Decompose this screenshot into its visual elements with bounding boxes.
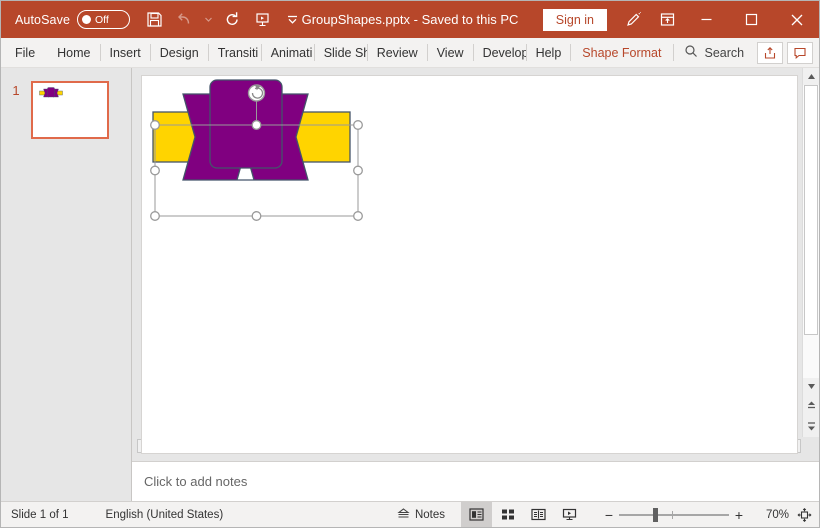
vertical-scroll-thumb[interactable] [804,85,818,335]
view-buttons-group [461,502,585,527]
notes-icon [397,507,410,522]
status-bar-right-group: Notes − + 70% [387,502,819,527]
tab-view[interactable]: View [428,38,473,67]
comments-icon[interactable] [787,41,813,64]
scroll-up-arrow-icon[interactable] [803,68,819,85]
search-input[interactable]: Search [684,38,745,67]
notes-placeholder: Click to add notes [144,474,248,489]
start-presentation-icon[interactable] [248,6,276,34]
tab-transitions[interactable]: Transiti [209,38,261,67]
tab-shape-format[interactable]: Shape Format [571,38,672,67]
powerpoint-window: AutoSave Off GroupShapes.pptx - Saved to… [0,0,820,528]
search-placeholder-label: Search [704,45,745,60]
pen-icon[interactable] [616,1,650,38]
slide-indicator[interactable]: Slide 1 of 1 [11,509,69,521]
slide-show-button[interactable] [554,502,585,527]
tab-design[interactable]: Design [151,38,208,67]
status-bar: Slide 1 of 1 English (United States) Not… [1,501,819,527]
notes-toggle-button[interactable]: Notes [387,502,455,527]
zoom-out-button[interactable]: − [599,507,619,523]
tab-slide-show[interactable]: Slide Sh [315,38,367,67]
tab-separator [672,44,674,61]
autosave-toggle-knob [82,15,92,24]
next-slide-button[interactable] [803,416,819,437]
zoom-slider-handle[interactable] [653,507,659,522]
zoom-slider-tick [671,510,673,519]
zoom-slider[interactable] [619,507,729,522]
minimize-button[interactable] [684,1,729,38]
thumbnail-shape-preview [39,87,63,98]
search-icon [684,44,698,61]
title-bar: AutoSave Off GroupShapes.pptx - Saved to… [1,1,819,38]
tab-animations[interactable]: Animati [262,38,314,67]
slide-canvas[interactable] [141,75,798,454]
vertical-scrollbar[interactable] [802,68,819,437]
save-icon[interactable] [140,6,168,34]
close-button[interactable] [774,1,819,38]
customize-quick-access-toolbar-icon[interactable] [278,6,306,34]
redo-icon[interactable] [218,6,246,34]
file-name-label: GroupShapes.pptx [301,12,410,27]
shape-group[interactable] [142,76,799,455]
ribbon-display-options-icon[interactable] [650,1,684,38]
autosave-label: AutoSave [15,12,71,27]
notes-pane[interactable]: Click to add notes [132,461,819,501]
undo-dropdown-chevron-down-icon[interactable] [200,6,216,34]
tab-insert[interactable]: Insert [101,38,150,67]
maximize-button[interactable] [729,1,774,38]
zoom-level-label[interactable]: 70% [753,509,789,521]
reading-view-button[interactable] [523,502,554,527]
autosave-state-label: Off [95,13,109,26]
slide-sorter-view-button[interactable] [492,502,523,527]
sign-in-button[interactable]: Sign in [542,8,607,31]
share-icon[interactable] [757,41,783,64]
canvas-wrapper [132,68,819,454]
zoom-in-button[interactable]: + [729,507,749,523]
scroll-down-arrow-icon[interactable] [803,378,819,395]
save-state-label: - Saved to this PC [413,12,519,27]
tab-home[interactable]: Home [48,38,99,67]
tab-developer[interactable]: Develop [474,38,526,67]
slide-thumbnail-1[interactable] [31,81,109,139]
normal-view-button[interactable] [461,502,492,527]
purple-rounded-rectangle [209,79,283,169]
ribbon-tab-bar: File Home Insert Design Transiti Animati… [1,38,819,68]
vertical-scroll-track[interactable] [803,85,819,378]
thumbnail-row: 1 [1,81,131,139]
zoom-slider-track [619,513,729,516]
slide-editing-area: Click to add notes [132,68,819,501]
tab-review[interactable]: Review [368,38,427,67]
language-indicator[interactable]: English (United States) [106,509,224,521]
ribbon-right-group [757,38,819,67]
thumbnail-slide-number: 1 [12,83,20,98]
zoom-control: − + 70% [599,507,819,523]
slide-thumbnail-pane: 1 [1,68,132,501]
quick-access-toolbar [140,6,306,34]
undo-icon[interactable] [170,6,198,34]
notes-button-label: Notes [414,508,445,521]
title-bar-right-group: Sign in [542,1,819,38]
fit-slide-to-window-icon[interactable] [789,507,819,522]
workspace: 1 Click to add notes [1,68,819,501]
tab-help[interactable]: Help [527,38,571,67]
previous-slide-button[interactable] [803,395,819,416]
autosave-toggle[interactable]: Off [77,10,131,29]
tab-file[interactable]: File [1,38,48,67]
